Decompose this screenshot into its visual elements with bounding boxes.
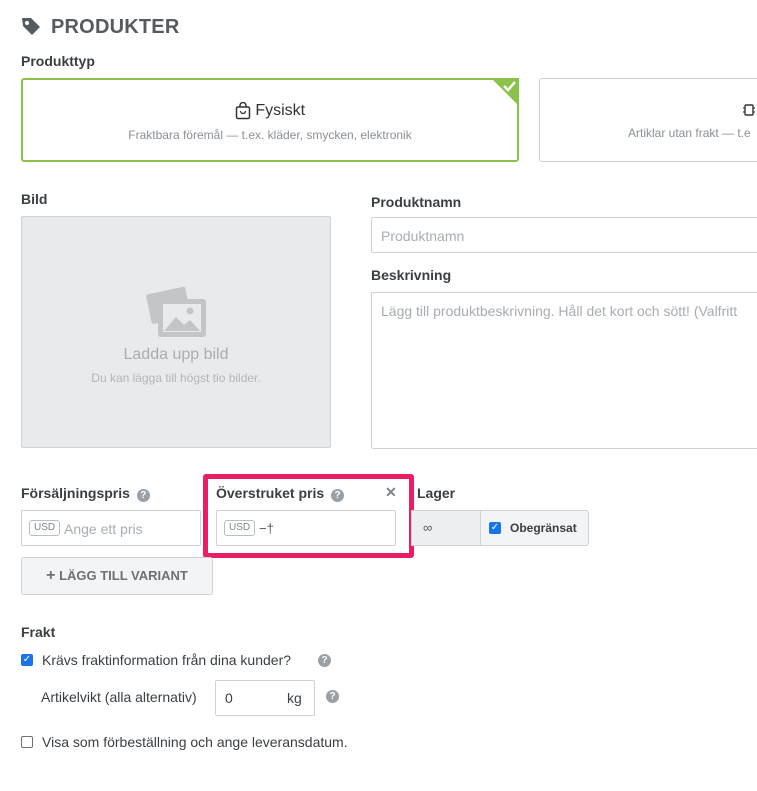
compare-price-label: Överstruket pris ? bbox=[216, 485, 345, 502]
image-upload-area[interactable]: Ladda upp bild Du kan lägga till högst t… bbox=[21, 216, 331, 448]
require-shipping-label: Krävs fraktinformation från dina kunder? bbox=[42, 652, 292, 668]
sale-price-placeholder: Ange ett pris bbox=[64, 521, 143, 537]
help-icon[interactable]: ? bbox=[326, 690, 339, 703]
product-name-placeholder: Produktnamn bbox=[381, 228, 465, 244]
require-shipping-checkbox[interactable]: ✓ bbox=[21, 654, 33, 666]
product-type-label: Produkttyp bbox=[21, 53, 95, 69]
preorder-label: Visa som förbeställning och ange leveran… bbox=[42, 734, 348, 750]
weight-label: Artikelvikt (alla alternativ) bbox=[41, 689, 197, 705]
help-icon[interactable]: ? bbox=[136, 489, 150, 502]
stock-value: ∞ bbox=[423, 520, 433, 535]
help-icon[interactable]: ? bbox=[331, 489, 345, 502]
product-type-physical-subtitle: Fraktbara föremål — t.ex. kläder, smycke… bbox=[128, 128, 412, 142]
shipping-label: Frakt bbox=[21, 624, 56, 640]
weight-input[interactable]: 0 kg bbox=[215, 680, 315, 716]
product-type-physical-title: Fysiskt bbox=[255, 102, 306, 119]
product-type-digital-card[interactable]: Artiklar utan frakt — t.e bbox=[539, 78, 757, 162]
close-icon[interactable]: ✕ bbox=[385, 484, 397, 501]
product-type-digital-subtitle: Artiklar utan frakt — t.e bbox=[628, 126, 751, 140]
image-upload-title: Ladda upp bild bbox=[123, 346, 229, 363]
unlimited-toggle[interactable]: ✓ Obegränsat bbox=[480, 510, 589, 546]
compare-price-input[interactable]: USD −† bbox=[216, 510, 396, 546]
currency-badge: USD bbox=[29, 520, 61, 536]
product-name-label: Produktnamn bbox=[371, 194, 462, 210]
tag-icon bbox=[20, 15, 42, 37]
shopping-bag-icon bbox=[235, 101, 251, 120]
description-textarea[interactable]: Lägg till produktbeskrivning. Håll det k… bbox=[371, 292, 757, 449]
add-variant-label: LÄGG TILL VARIANT bbox=[59, 568, 188, 583]
product-name-input[interactable]: Produktnamn bbox=[371, 217, 757, 253]
description-label: Beskrivning bbox=[371, 267, 452, 283]
sale-price-label: Försäljningspris ? bbox=[21, 485, 150, 502]
image-upload-hint: Du kan lägga till högst tio bilder. bbox=[91, 371, 261, 385]
unlimited-label: Obegränsat bbox=[510, 521, 577, 535]
page-title: PRODUKTER bbox=[51, 16, 180, 38]
digital-icon bbox=[743, 102, 755, 118]
product-type-physical-card[interactable]: Fysiskt Fraktbara föremål — t.ex. kläder… bbox=[21, 78, 519, 162]
stock-input[interactable]: ∞ bbox=[411, 510, 481, 546]
help-icon[interactable]: ? bbox=[318, 654, 331, 667]
compare-price-value: −† bbox=[259, 521, 274, 536]
stock-label: Lager bbox=[417, 485, 456, 501]
image-label: Bild bbox=[21, 191, 48, 207]
weight-unit: kg bbox=[287, 690, 302, 706]
currency-badge: USD bbox=[224, 520, 256, 536]
plus-icon: + bbox=[46, 567, 56, 584]
image-placeholder-icon bbox=[146, 283, 208, 341]
add-variant-button[interactable]: + LÄGG TILL VARIANT bbox=[21, 557, 213, 595]
unlimited-checkbox[interactable]: ✓ bbox=[489, 522, 501, 534]
description-placeholder: Lägg till produktbeskrivning. Håll det k… bbox=[381, 303, 738, 319]
weight-value: 0 bbox=[225, 690, 233, 706]
compare-price-label-text: Överstruket pris bbox=[216, 485, 325, 501]
sale-price-input[interactable]: USD Ange ett pris bbox=[21, 510, 201, 546]
preorder-checkbox[interactable] bbox=[21, 736, 33, 748]
sale-price-label-text: Försäljningspris bbox=[21, 485, 130, 501]
